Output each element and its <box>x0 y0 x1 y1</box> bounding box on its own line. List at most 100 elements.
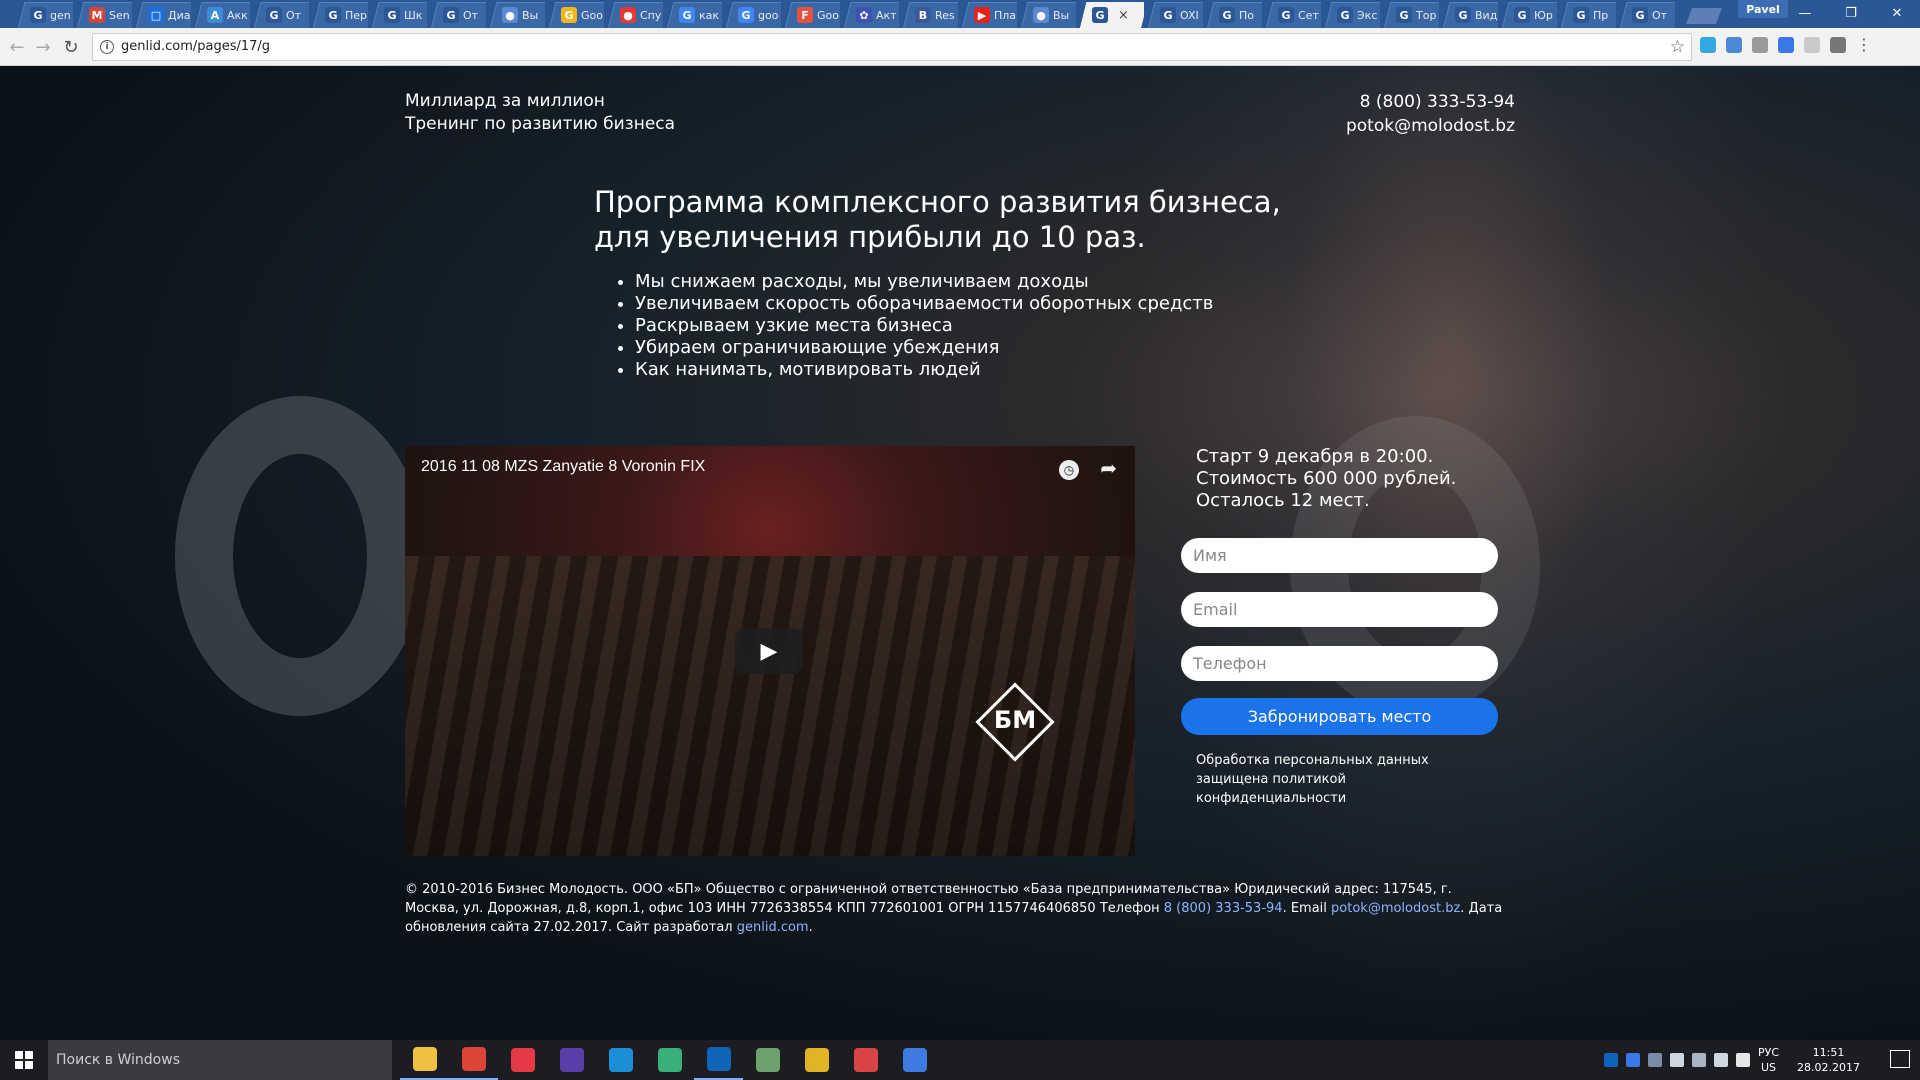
close-tab-icon[interactable]: × <box>1118 8 1129 23</box>
browser-tab[interactable]: B Res <box>899 2 958 28</box>
site-info-icon[interactable]: i <box>100 40 114 54</box>
extension-icon[interactable] <box>1778 37 1794 53</box>
play-button[interactable]: ▶ <box>735 628 803 674</box>
browser-tab[interactable]: G Экс <box>1321 2 1380 28</box>
book-seat-button[interactable]: Забронировать место <box>1181 698 1498 735</box>
browser-tab[interactable]: A Акк <box>191 2 250 28</box>
extension-icon[interactable] <box>1700 37 1716 53</box>
outlook-button[interactable] <box>694 1040 743 1080</box>
privacy-line[interactable]: защищена политикой <box>1196 770 1456 789</box>
reload-button[interactable]: ↻ <box>60 36 82 58</box>
header-email[interactable]: potok@molodost.bz <box>1346 114 1515 138</box>
name-input[interactable] <box>1181 538 1498 573</box>
browser-tab[interactable]: G Вид <box>1439 2 1498 28</box>
edge-button[interactable] <box>596 1040 645 1080</box>
bookmark-star-icon[interactable]: ☆ <box>1670 37 1685 57</box>
taskbar-search[interactable]: Поиск в Windows <box>48 1040 392 1080</box>
browser-tab[interactable]: G OXI <box>1144 2 1203 28</box>
privacy-line[interactable]: Обработка персональных данных <box>1196 751 1456 770</box>
red-app-button[interactable] <box>498 1040 547 1080</box>
footer-phone-link[interactable]: 8 (800) 333-53-94 <box>1164 901 1283 916</box>
extension-icon[interactable] <box>1830 37 1846 53</box>
tab-favicon-icon: G <box>561 7 577 23</box>
tab-favicon-icon: G <box>384 7 400 23</box>
browser-tab[interactable]: G От <box>427 2 486 28</box>
browser-tab[interactable]: ● Вы <box>1017 2 1076 28</box>
footer-email-link[interactable]: potok@molodost.bz <box>1331 901 1460 916</box>
action-center-icon[interactable] <box>1890 1050 1910 1068</box>
watch-later-icon[interactable]: ◷ <box>1059 460 1079 480</box>
shield-tray-icon[interactable] <box>1669 1053 1684 1067</box>
language-indicator[interactable]: РУС US <box>1758 1045 1779 1075</box>
browser-tab[interactable]: G Goo <box>545 2 604 28</box>
browser-tab[interactable]: Gкак <box>663 2 722 28</box>
profile-button[interactable]: Pavel <box>1738 0 1788 18</box>
browser-tab[interactable]: G Пер <box>309 2 368 28</box>
browser-tab[interactable]: G Тор <box>1380 2 1439 28</box>
taskbar-clock[interactable]: 11:51 28.02.2017 <box>1797 1045 1860 1075</box>
restore-button[interactable]: ❐ <box>1828 0 1874 26</box>
battery-icon[interactable] <box>1691 1053 1706 1067</box>
landing-page: Миллиард за миллион Тренинг по развитию … <box>0 66 1920 1040</box>
browser-tab[interactable]: G От <box>250 2 309 28</box>
tray-app-icon[interactable] <box>1625 1053 1640 1067</box>
privacy-note[interactable]: Обработка персональных данных защищена п… <box>1196 751 1456 808</box>
tab-title: Диа <box>168 8 191 22</box>
browser-tab[interactable]: G Юр <box>1498 2 1557 28</box>
purple-app-button[interactable] <box>547 1040 596 1080</box>
start-button[interactable] <box>0 1040 48 1080</box>
extension-icon[interactable] <box>1726 37 1742 53</box>
back-button[interactable]: ← <box>6 36 28 58</box>
network-app-icon <box>755 1048 780 1072</box>
browser-tab[interactable]: G × <box>1076 2 1144 28</box>
browser-tab[interactable]: G От <box>1616 2 1675 28</box>
url-text[interactable]: genlid.com/pages/17/g <box>121 39 270 54</box>
extension-icon[interactable] <box>1752 37 1768 53</box>
tab-favicon-icon: G <box>679 7 695 23</box>
people-tray-icon[interactable] <box>1647 1053 1662 1067</box>
browser-tab[interactable]: G Сет <box>1262 2 1321 28</box>
browser-tab[interactable]: G По <box>1203 2 1262 28</box>
email-input[interactable] <box>1181 592 1498 627</box>
green-app-icon <box>657 1048 682 1072</box>
minimize-button[interactable]: — <box>1782 0 1828 26</box>
chrome-button[interactable] <box>449 1040 498 1080</box>
browser-tab[interactable]: ● Вы <box>486 2 545 28</box>
extension-icon[interactable] <box>1804 37 1820 53</box>
network-app-button[interactable] <box>743 1040 792 1080</box>
browser-tab[interactable]: Ggen <box>14 2 73 28</box>
phone-input[interactable] <box>1181 646 1498 681</box>
browser-menu-icon[interactable]: ⋮ <box>1856 37 1872 53</box>
volume-icon[interactable] <box>1735 1053 1750 1067</box>
tab-favicon-icon: □ <box>148 7 164 23</box>
browser-tab[interactable]: F Goo <box>781 2 840 28</box>
yellow-red-app-button[interactable] <box>792 1040 841 1080</box>
file-explorer-button[interactable] <box>400 1040 449 1080</box>
tab-favicon-icon: G <box>738 7 754 23</box>
edge-icon <box>608 1048 633 1072</box>
address-bar[interactable]: i genlid.com/pages/17/g ☆ <box>92 33 1692 61</box>
close-window-button[interactable]: ✕ <box>1874 0 1920 26</box>
video-title[interactable]: 2016 11 08 MZS Zanyatie 8 Voronin FIX <box>421 458 705 476</box>
browser-toolbar: ← → ↻ i genlid.com/pages/17/g ☆ ⋮ <box>0 28 1920 66</box>
browser-tab[interactable]: G Шк <box>368 2 427 28</box>
outlook-tray-icon[interactable] <box>1603 1053 1618 1067</box>
browser-tab[interactable]: ✿ Акт <box>840 2 899 28</box>
new-tab-button[interactable] <box>1686 8 1722 24</box>
video-player[interactable]: 2016 11 08 MZS Zanyatie 8 Voronin FIX ◷ … <box>405 446 1135 856</box>
browser-tab[interactable]: □ Диа <box>132 2 191 28</box>
a-app-button[interactable] <box>890 1040 939 1080</box>
footer-developer-link[interactable]: genlid.com <box>737 920 809 935</box>
green-app-button[interactable] <box>645 1040 694 1080</box>
share-icon[interactable]: ➦ <box>1100 456 1117 480</box>
header-phone[interactable]: 8 (800) 333-53-94 <box>1346 90 1515 114</box>
browser-tab[interactable]: Ggoo <box>722 2 781 28</box>
privacy-line[interactable]: конфиденциальности <box>1196 789 1456 808</box>
browser-tab[interactable]: ● Спу <box>604 2 663 28</box>
gift-app-button[interactable] <box>841 1040 890 1080</box>
browser-tab[interactable]: ▶ Пла <box>958 2 1017 28</box>
forward-button[interactable]: → <box>32 36 54 58</box>
browser-tab[interactable]: G Пр <box>1557 2 1616 28</box>
network-icon[interactable] <box>1713 1053 1728 1067</box>
browser-tab[interactable]: M Sen <box>73 2 132 28</box>
